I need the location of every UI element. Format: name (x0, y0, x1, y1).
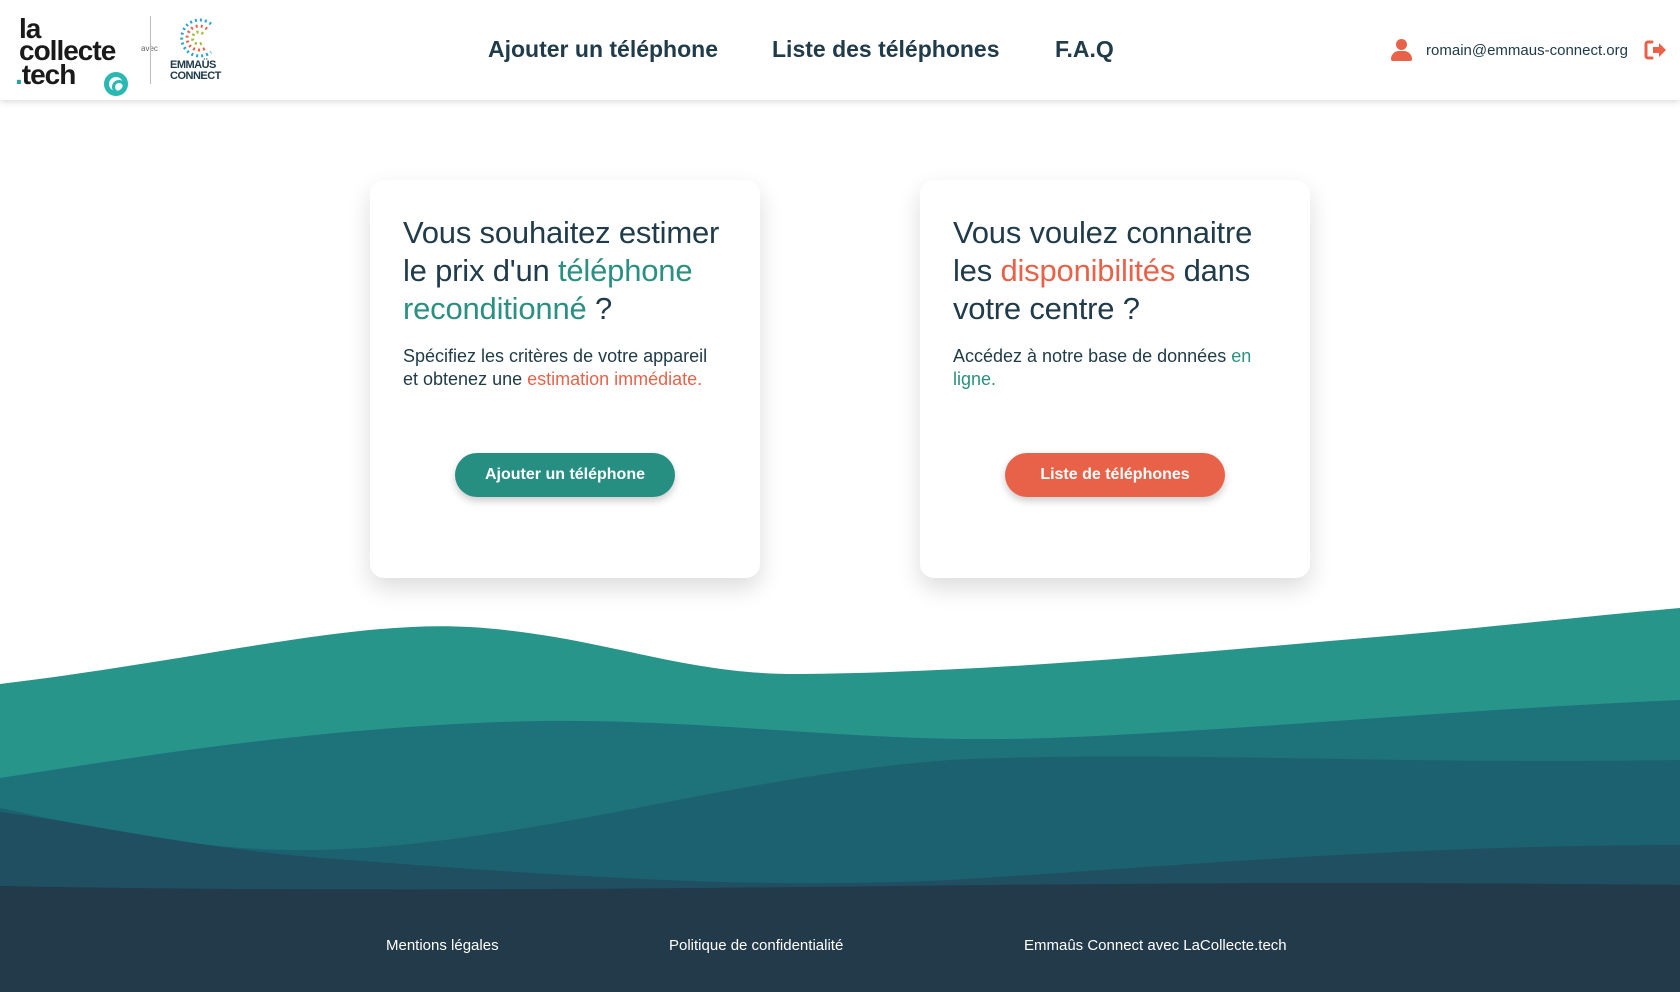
logo-ring-icon (104, 72, 128, 96)
phone-list-button[interactable]: Liste de téléphones (1005, 453, 1225, 497)
logo-dot: . (15, 59, 23, 90)
estimate-card: Vous souhaitez estimer le prix d'un télé… (370, 180, 760, 578)
footer-credit-link[interactable]: Emmaûs Connect avec LaCollecte.tech (1024, 937, 1287, 954)
estimate-card-title: Vous souhaitez estimer le prix d'un télé… (403, 214, 727, 328)
nav-phone-list[interactable]: Liste des téléphones (772, 36, 1000, 63)
logo-divider (150, 16, 151, 84)
emmaus-connect-logo-icon (180, 18, 212, 58)
availability-card-title: Vous voulez connaitre les disponibilités… (953, 214, 1277, 328)
add-phone-button[interactable]: Ajouter un téléphone (455, 453, 675, 497)
estimate-title-end: ? (586, 291, 613, 326)
availability-card-text: Accédez à notre base de données en ligne… (953, 345, 1277, 391)
footer-privacy-link[interactable]: Politique de confidentialité (669, 937, 843, 954)
availability-title-highlight: disponibilités (1000, 253, 1176, 288)
logo-tech: tech (21, 59, 77, 90)
logo-line-3: .tech (15, 59, 77, 90)
partner-line-2: CONNECT (170, 70, 221, 82)
user-menu: romain@emmaus-connect.org (1390, 38, 1666, 62)
user-icon[interactable] (1390, 39, 1413, 61)
user-icon-body (1391, 51, 1413, 61)
user-icon-head (1396, 39, 1408, 50)
user-email[interactable]: romain@emmaus-connect.org (1426, 42, 1628, 59)
estimate-text-highlight: estimation immédiate. (527, 369, 703, 389)
footer-legal-link[interactable]: Mentions légales (386, 937, 499, 954)
footer: Mentions légales Politique de confidenti… (0, 937, 1680, 957)
availability-card: Vous voulez connaitre les disponibilités… (920, 180, 1310, 578)
logo[interactable]: la collecte .tech avec EMMAÜSCONNECT (15, 14, 225, 96)
nav-add-phone[interactable]: Ajouter un téléphone (488, 36, 718, 63)
partner-name: EMMAÜS CONNECT (170, 60, 221, 82)
estimate-card-text: Spécifiez les critères de votre appareil… (403, 345, 727, 391)
footer-waves (0, 608, 1680, 992)
logout-icon[interactable] (1644, 40, 1666, 60)
site-header: la collecte .tech avec EMMAÜSCONNECT Ajo… (0, 0, 1680, 100)
availability-text: Accédez à notre base de données (953, 346, 1232, 366)
nav-faq[interactable]: F.A.Q (1055, 36, 1114, 63)
